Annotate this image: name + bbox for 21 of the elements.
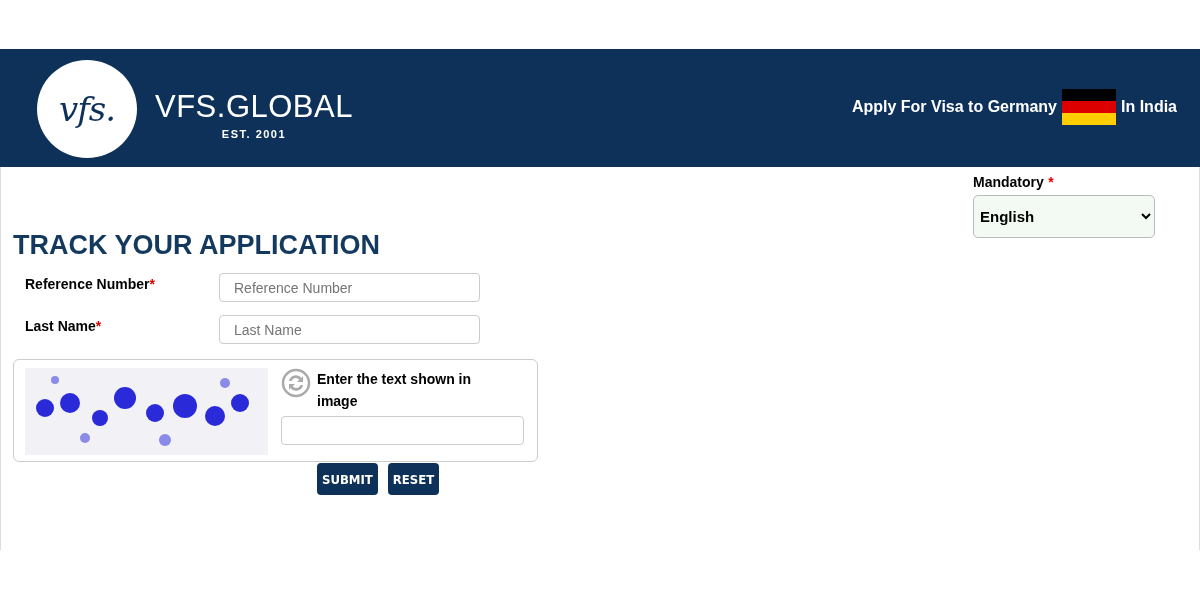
submit-button[interactable]: SUBMIT	[317, 463, 378, 495]
required-mark: *	[1048, 174, 1054, 190]
field-label: Reference Number	[25, 276, 150, 292]
tagline-text: Apply For Visa to Germany	[851, 98, 1057, 116]
page-title: TRACK YOUR APPLICATION	[13, 230, 381, 261]
language-select[interactable]: English	[973, 195, 1155, 238]
input-field[interactable]: Reference Number	[219, 273, 480, 302]
required-mark: *	[149, 276, 155, 292]
logo-mark: vfs.	[58, 89, 116, 129]
captcha-prompt: Enter the text shown in image	[317, 370, 472, 411]
required-mark: *	[95, 318, 102, 334]
reset-button[interactable]: RESET	[387, 463, 440, 495]
tagline-text: In India	[1121, 98, 1177, 116]
input-field[interactable]: Last Name	[219, 315, 480, 344]
captcha-input[interactable]	[281, 416, 524, 445]
refresh-icon[interactable]	[281, 368, 311, 398]
field-label: Last Name	[25, 318, 96, 334]
flag-icon	[1062, 89, 1116, 125]
language-label: Mandatory	[973, 174, 1044, 190]
brand-name: VFS.GLOBAL	[155, 90, 353, 124]
established-year: EST. 2001	[221, 128, 287, 140]
